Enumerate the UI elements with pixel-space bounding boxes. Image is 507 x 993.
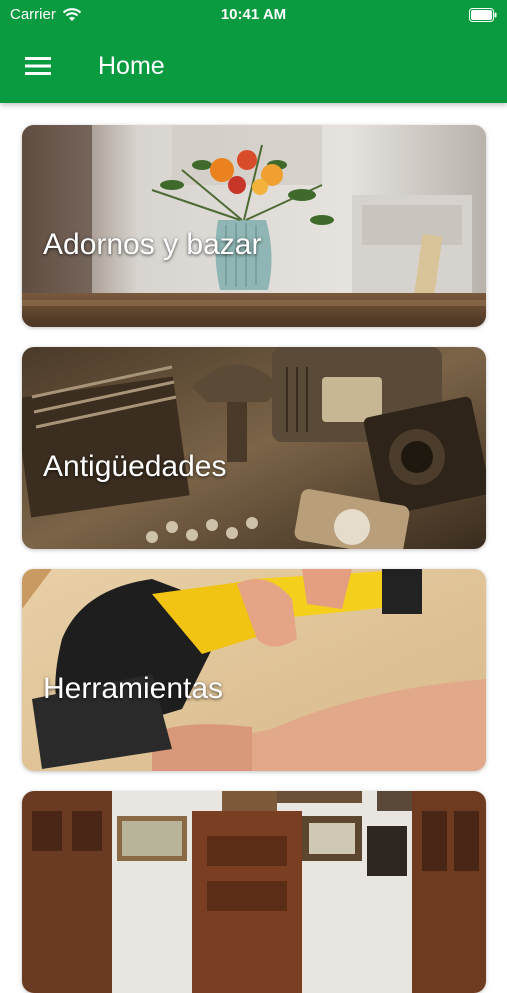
status-time: 10:41 AM [220, 6, 287, 23]
category-card-muebles[interactable] [22, 791, 486, 993]
vase-flowers-image [22, 125, 486, 327]
category-label: Antigüedades [43, 450, 227, 483]
toolbar: Home [0, 38, 507, 94]
category-label: Herramientas [43, 672, 224, 705]
hamburger-menu-icon [25, 57, 51, 75]
category-card-adornos[interactable]: Adornos y bazar [22, 125, 486, 327]
app-bar: Carrier 10:41 AM Home [0, 0, 507, 103]
category-label: Adornos y bazar [43, 228, 262, 261]
category-card-antiguedades[interactable]: Antigüedades [22, 347, 486, 549]
page-title: Home [98, 52, 165, 80]
power-sander-image [22, 569, 486, 771]
antique-furniture-image [22, 791, 486, 993]
category-card-herramientas[interactable]: Herramientas [22, 569, 486, 771]
antiques-image [22, 347, 486, 549]
status-bar: Carrier 10:41 AM [0, 0, 507, 30]
battery-icon [469, 8, 497, 22]
menu-button[interactable] [16, 48, 60, 84]
